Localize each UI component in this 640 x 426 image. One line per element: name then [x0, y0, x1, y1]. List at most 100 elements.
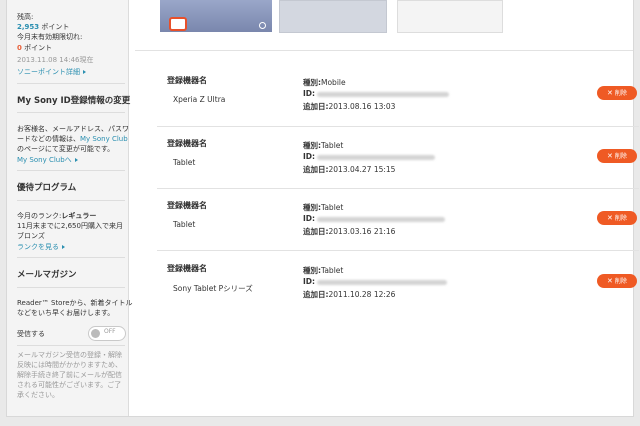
device-id-line: ID:: [303, 152, 436, 161]
delete-label: 削除: [614, 90, 627, 97]
rank-desc-line-2: ブロンズ: [17, 232, 45, 240]
mail-note-line-2: 反映には時間がかかりますため、: [17, 361, 122, 369]
rank-desc-line-1: 11月末までに2,650円購入で来月: [17, 222, 123, 230]
as-of-text: 2013.11.08 14:46現在: [17, 56, 94, 64]
page-frame: 残高: 2,953 ポイント 今月末有効期限切れ: 0 ポイント 2013.11…: [6, 0, 639, 417]
mail-note-line-1: メールマガジン受信の登録・解除: [17, 351, 122, 359]
divider: [135, 50, 633, 51]
rank-value: レギュラー: [61, 212, 97, 220]
redacted-id: [317, 216, 446, 222]
device-name: Sony Tablet Pシリーズ: [173, 284, 253, 293]
id-label: ID:: [303, 214, 316, 223]
added-label: 追加日:: [303, 165, 329, 174]
my-sony-club-inline-link[interactable]: My Sony Club: [80, 135, 128, 143]
device-name: Xperia Z Ultra: [173, 95, 226, 104]
device-type: Tablet: [321, 141, 344, 150]
points-value: 2,953: [17, 23, 40, 31]
expiring-label: 今月末有効期限切れ:: [17, 33, 83, 41]
type-label: 種別:: [303, 203, 321, 212]
close-icon: ✕: [607, 152, 613, 160]
tablet-icon: [169, 17, 187, 31]
expiring-row: 0 ポイント: [17, 43, 52, 53]
delete-button[interactable]: ✕ 削除: [597, 211, 637, 225]
my-sony-club-link[interactable]: My Sony Clubへ: [17, 155, 78, 165]
device-type-line: 種別:Mobile: [303, 77, 346, 88]
divider: [17, 83, 125, 84]
expiring-unit: ポイント: [24, 44, 53, 52]
rank-link[interactable]: ランクを見る: [17, 242, 65, 252]
divider: [157, 250, 639, 251]
added-label: 追加日:: [303, 290, 329, 299]
device-id-line: ID:: [303, 277, 448, 286]
points-row: 2,953 ポイント: [17, 22, 69, 32]
device-name: Tablet: [173, 220, 196, 229]
section-mail-title: メールマガジン: [17, 270, 77, 280]
mail-note-line-3: 解除手続き終了前にメールが配信: [17, 371, 122, 379]
id-desc-line-2: ードなどの情報は、My Sony Club: [17, 134, 128, 144]
device-type: Mobile: [321, 78, 346, 87]
delete-button[interactable]: ✕ 削除: [597, 149, 637, 163]
device-added-line: 追加日:2013.03.16 21:16: [303, 226, 395, 237]
id-label: ID:: [303, 152, 316, 161]
id-label: ID:: [303, 277, 316, 286]
divider: [17, 112, 125, 113]
divider: [17, 170, 125, 171]
divider: [17, 257, 125, 258]
points-detail-label: ソニーポイント詳細: [17, 68, 80, 76]
device-added-line: 追加日:2013.08.16 13:03: [303, 101, 395, 112]
device-row: 登録機器名 Tablet 種別:Tablet ID: 追加日:2013.04.2…: [157, 138, 639, 200]
mail-note-line-5: 承ください。: [17, 391, 59, 399]
expiring-value: 0: [17, 44, 22, 52]
chevron-right-icon: [62, 245, 65, 249]
device-name: Tablet: [173, 158, 196, 167]
rank-link-label: ランクを見る: [17, 243, 59, 251]
delete-label: 削除: [614, 153, 627, 160]
type-label: 種別:: [303, 78, 321, 87]
redacted-id: [317, 154, 436, 160]
device-type-line: 種別:Tablet: [303, 265, 343, 276]
device-id-line: ID:: [303, 214, 446, 223]
device-added: 2013.03.16 21:16: [328, 227, 396, 236]
redacted-id: [317, 91, 450, 97]
points-detail-link[interactable]: ソニーポイント詳細: [17, 67, 86, 77]
device-name-label: 登録機器名: [167, 139, 207, 148]
type-label: 種別:: [303, 266, 321, 275]
redacted-id: [317, 279, 448, 285]
my-sony-club-label: My Sony Clubへ: [17, 156, 72, 164]
divider: [157, 188, 639, 189]
mail-note-line-4: される可能性がございます。ご了: [17, 381, 122, 389]
id-desc-text: ードなどの情報は、: [17, 135, 80, 143]
device-thumbnail[interactable]: [397, 0, 503, 33]
device-added-line: 追加日:2011.10.28 12:26: [303, 289, 395, 300]
receive-label: 受信する: [17, 330, 45, 338]
rank-row: 今月のランク:レギュラー: [17, 211, 96, 221]
sidebar: 残高: 2,953 ポイント 今月末有効期限切れ: 0 ポイント 2013.11…: [7, 0, 133, 416]
toggle-state: OFF: [104, 328, 116, 335]
delete-button[interactable]: ✕ 削除: [597, 274, 637, 288]
device-id-line: ID:: [303, 89, 450, 98]
added-label: 追加日:: [303, 227, 329, 236]
mail-toggle[interactable]: OFF: [88, 326, 126, 341]
balance-label: 残高:: [17, 13, 34, 21]
divider: [157, 126, 639, 127]
close-icon: ✕: [607, 277, 613, 285]
added-label: 追加日:: [303, 102, 329, 111]
device-thumbnail[interactable]: [279, 0, 387, 33]
id-desc-line-3: のページにて変更が可能です。: [17, 145, 115, 153]
search-icon: [259, 22, 266, 29]
mail-desc-line-1: Reader™ Storeから、新着タイトル: [17, 299, 133, 307]
toggle-knob: [91, 329, 100, 338]
device-thumbnail[interactable]: [160, 0, 272, 32]
delete-button[interactable]: ✕ 削除: [597, 86, 637, 100]
delete-label: 削除: [614, 278, 627, 285]
divider: [17, 345, 125, 346]
device-added-line: 追加日:2013.04.27 15:15: [303, 164, 395, 175]
id-label: ID:: [303, 89, 316, 98]
delete-label: 削除: [614, 215, 627, 222]
device-added: 2011.10.28 12:26: [328, 290, 396, 299]
divider: [17, 200, 125, 201]
points-unit: ポイント: [41, 23, 70, 31]
device-added: 2013.04.27 15:15: [328, 165, 396, 174]
device-type: Tablet: [321, 203, 344, 212]
device-added: 2013.08.16 13:03: [328, 102, 396, 111]
